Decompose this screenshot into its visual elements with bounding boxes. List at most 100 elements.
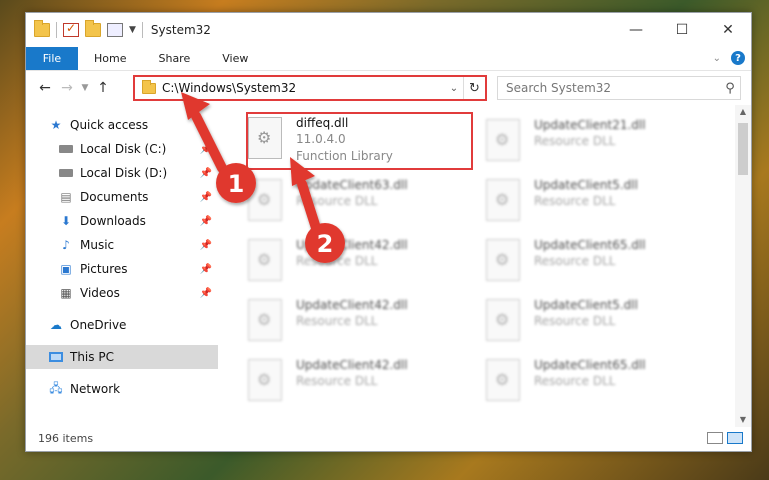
file-name: UpdateClient42.dll [296, 238, 408, 252]
search-icon[interactable]: ⚲ [720, 81, 740, 96]
sidebar-item-documents[interactable]: ▤ Documents 📌 [26, 185, 218, 209]
file-item[interactable]: UpdateClient65.dll Resource DLL [486, 355, 714, 411]
new-folder-icon[interactable] [85, 20, 101, 37]
sidebar-item-network[interactable]: 🖧 Network [26, 377, 218, 401]
sidebar-item-downloads[interactable]: ⬇ Downloads 📌 [26, 209, 218, 233]
computer-icon [48, 350, 64, 364]
sidebar-item-label: Local Disk (D:) [80, 166, 168, 180]
pin-icon[interactable]: 📌 [200, 264, 212, 275]
refresh-icon[interactable]: ↻ [463, 77, 485, 99]
tab-home[interactable]: Home [78, 47, 142, 70]
address-bar[interactable]: C:\Windows\System32 ⌄ ↻ [133, 75, 487, 101]
tiles-view-icon[interactable] [727, 432, 743, 444]
file-type: Resource DLL [534, 374, 616, 388]
back-arrow-icon[interactable]: ← [34, 80, 56, 96]
sidebar-item-pictures[interactable]: ▣ Pictures 📌 [26, 257, 218, 281]
sidebar-item-label: Quick access [70, 118, 149, 132]
dll-file-icon [248, 117, 282, 159]
sidebar-item-label: OneDrive [70, 318, 127, 332]
sidebar-item-local-disk-d[interactable]: Local Disk (D:) 📌 [26, 161, 218, 185]
close-button[interactable]: ✕ [705, 13, 751, 47]
sidebar-item-videos[interactable]: ▦ Videos 📌 [26, 281, 218, 305]
sidebar-item-label: Downloads [80, 214, 146, 228]
ribbon-right-controls: ⌄ ? [713, 51, 745, 65]
pin-icon[interactable]: 📌 [200, 240, 212, 251]
customize-toolbar-chevron-icon[interactable]: ▼ [129, 25, 136, 35]
recent-locations-chevron-icon[interactable]: ▼ [78, 83, 92, 93]
pin-icon[interactable]: 📌 [200, 216, 212, 227]
dll-file-icon [486, 179, 520, 221]
file-type: Resource DLL [534, 254, 616, 268]
window-controls: — ☐ ✕ [613, 13, 751, 47]
file-item[interactable]: UpdateClient63.dll Resource DLL [248, 175, 476, 231]
file-type: Resource DLL [534, 134, 616, 148]
sidebar-item-label: Local Disk (C:) [80, 142, 167, 156]
drive-icon [58, 166, 74, 180]
up-arrow-icon[interactable]: ↑ [92, 80, 114, 96]
pin-icon[interactable]: 📌 [200, 288, 212, 299]
file-item[interactable]: UpdateClient5.dll Resource DLL [486, 175, 714, 231]
dll-file-icon [486, 119, 520, 161]
music-icon: ♪ [62, 238, 70, 252]
address-dropdown-chevron-icon[interactable]: ⌄ [445, 83, 463, 94]
file-name: UpdateClient63.dll [296, 178, 408, 192]
navigation-pane: ★ Quick access Local Disk (C:) 📌 Local D… [26, 105, 218, 427]
network-icon: 🖧 [49, 380, 63, 395]
sidebar-item-quick-access[interactable]: ★ Quick access [26, 113, 218, 137]
tab-view[interactable]: View [206, 47, 264, 70]
scrollbar-thumb[interactable] [738, 123, 748, 175]
file-item[interactable]: UpdateClient42.dll Resource DLL [248, 295, 476, 351]
details-view-icon[interactable] [707, 432, 723, 444]
file-item[interactable]: UpdateClient21.dll Resource DLL [486, 115, 714, 171]
scroll-up-icon[interactable]: ▲ [735, 105, 751, 119]
expand-ribbon-chevron-icon[interactable]: ⌄ [713, 53, 721, 64]
tab-file[interactable]: File [26, 47, 78, 70]
sidebar-item-local-disk-c[interactable]: Local Disk (C:) 📌 [26, 137, 218, 161]
vertical-scrollbar[interactable]: ▲ ▼ [735, 105, 751, 427]
address-folder-icon [142, 79, 156, 94]
file-type: Resource DLL [534, 314, 616, 328]
window-title: System32 [150, 23, 211, 37]
forward-arrow-icon[interactable]: → [56, 80, 78, 96]
navigation-bar: ← → ▼ ↑ C:\Windows\System32 ⌄ ↻ Search S… [26, 71, 751, 105]
dll-file-icon [248, 179, 282, 221]
address-path[interactable]: C:\Windows\System32 [162, 81, 445, 95]
properties-check-icon[interactable] [63, 21, 79, 37]
file-name: UpdateClient5.dll [534, 298, 638, 312]
help-icon[interactable]: ? [731, 51, 745, 65]
ribbon-tabs: File Home Share View ⌄ ? [26, 47, 751, 71]
file-name: UpdateClient65.dll [534, 238, 646, 252]
dll-file-icon [486, 359, 520, 401]
file-item[interactable]: UpdateClient42.dll Resource DLL [248, 355, 476, 411]
main-area: ★ Quick access Local Disk (C:) 📌 Local D… [26, 105, 751, 427]
explorer-window: ▼ System32 — ☐ ✕ File Home Share View ⌄ … [25, 12, 752, 452]
file-item-diffeq[interactable]: diffeq.dll 11.0.4.0 Function Library [248, 113, 476, 169]
pin-icon[interactable]: 📌 [200, 192, 212, 203]
tab-share[interactable]: Share [142, 47, 206, 70]
toolbar-divider [141, 22, 143, 38]
file-item[interactable]: UpdateClient5.dll Resource DLL [486, 295, 714, 351]
file-item[interactable]: UpdateClient42.dll Resource DLL [248, 235, 476, 291]
sidebar-item-label: This PC [70, 350, 114, 364]
file-name: UpdateClient21.dll [534, 118, 646, 132]
dll-file-icon [248, 299, 282, 341]
maximize-button[interactable]: ☐ [659, 13, 705, 47]
minimize-button[interactable]: — [613, 13, 659, 47]
search-placeholder: Search System32 [506, 81, 612, 95]
search-input[interactable]: Search System32 ⚲ [497, 76, 741, 100]
sidebar-item-label: Network [70, 382, 121, 396]
pin-icon[interactable]: 📌 [200, 144, 212, 155]
sidebar-item-label: Videos [80, 286, 120, 300]
file-name: UpdateClient42.dll [296, 298, 408, 312]
item-count: 196 items [38, 431, 94, 445]
pin-icon[interactable]: 📌 [200, 168, 212, 179]
sidebar-item-onedrive[interactable]: ☁ OneDrive [26, 313, 218, 337]
list-properties-icon[interactable] [107, 23, 123, 37]
sidebar-item-music[interactable]: ♪ Music 📌 [26, 233, 218, 257]
file-item[interactable]: UpdateClient65.dll Resource DLL [486, 235, 714, 291]
sidebar-item-this-pc[interactable]: This PC [26, 345, 218, 369]
file-name: UpdateClient42.dll [296, 358, 408, 372]
